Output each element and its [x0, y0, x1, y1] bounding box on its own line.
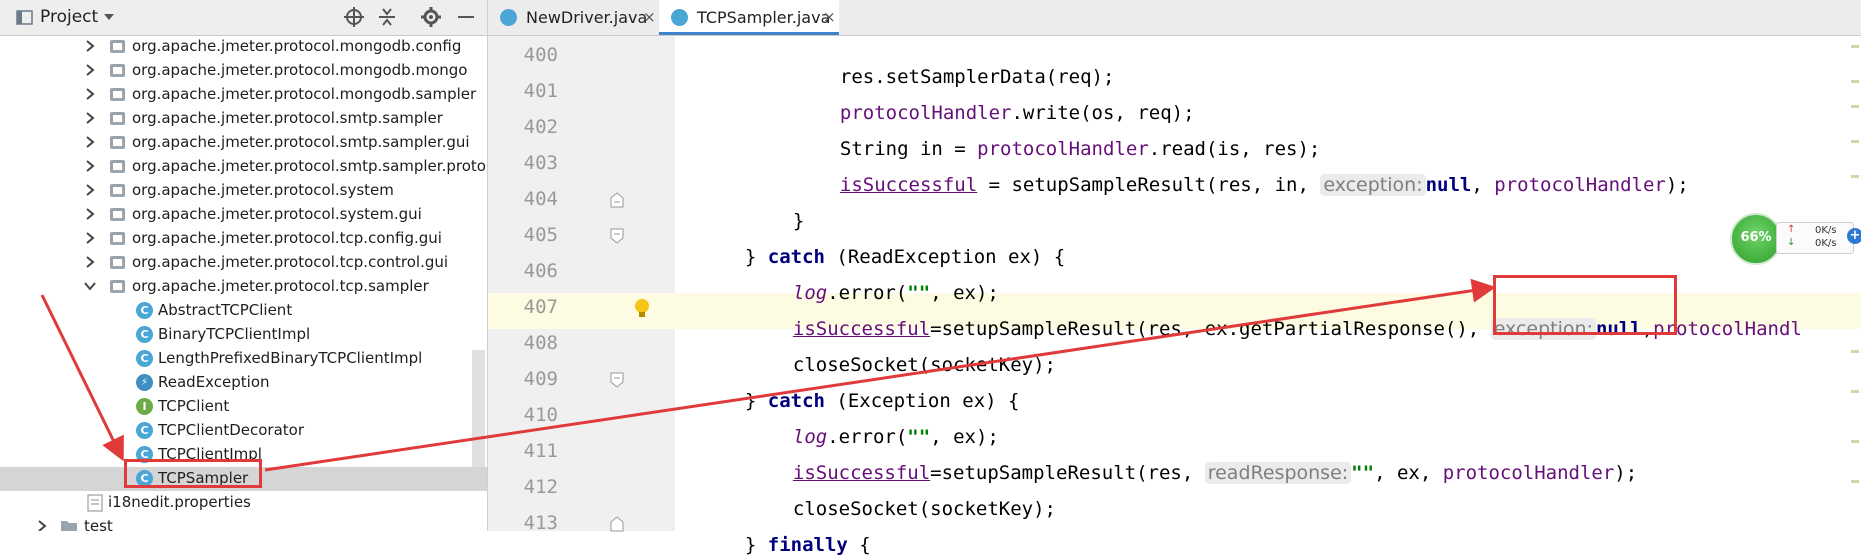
annotation-arrow: [40, 294, 124, 462]
annotation-arrow: [264, 278, 1496, 472]
annotation-arrows: [40, 278, 1496, 472]
code-text: {: [847, 534, 871, 556]
code-keyword: finally: [767, 534, 848, 556]
code-text: }: [744, 534, 768, 556]
